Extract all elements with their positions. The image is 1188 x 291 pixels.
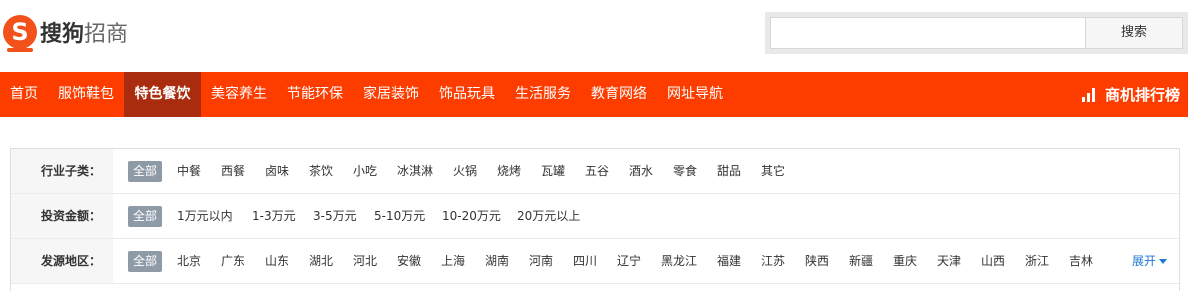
- filter-option-all[interactable]: 全部: [128, 161, 163, 182]
- filter-label: 投资金额：: [11, 194, 113, 238]
- filter-option[interactable]: 黑龙江: [661, 251, 697, 272]
- filter-option[interactable]: 茶饮: [309, 161, 333, 182]
- filter-option[interactable]: 其它: [761, 161, 785, 182]
- filter-option[interactable]: 福建: [717, 251, 741, 272]
- filter-option[interactable]: 浙江: [1025, 251, 1049, 272]
- nav-item-toys[interactable]: 饰品玩具: [429, 72, 505, 117]
- filter-option[interactable]: 吉林: [1069, 251, 1093, 272]
- filter-option[interactable]: 河北: [353, 251, 377, 272]
- filter-option[interactable]: 辽宁: [617, 251, 641, 272]
- filter-option[interactable]: 山东: [265, 251, 289, 272]
- filter-panel: 行业子类： 全部 中餐 西餐 卤味 茶饮 小吃 冰淇淋 火锅 烧烤 瓦罐 五谷 …: [10, 148, 1180, 291]
- filter-option[interactable]: 天津: [937, 251, 961, 272]
- filter-row-region: 发源地区： 全部 北京 广东 山东 湖北 河北 安徽 上海 湖南 河南 四川 辽…: [11, 239, 1179, 284]
- filter-option[interactable]: 河南: [529, 251, 553, 272]
- nav-item-services[interactable]: 生活服务: [505, 72, 581, 117]
- nav-item-catering[interactable]: 特色餐饮: [124, 72, 201, 117]
- filter-option[interactable]: 1万元以内: [177, 206, 233, 227]
- rank-link[interactable]: 商机排行榜: [1081, 72, 1180, 117]
- filter-option[interactable]: 山西: [981, 251, 1005, 272]
- search-bar: 搜索: [765, 12, 1188, 54]
- main-nav: 首页 服饰鞋包 特色餐饮 美容养生 节能环保 家居装饰 饰品玩具 生活服务 教育…: [0, 72, 1188, 117]
- filter-option[interactable]: 江苏: [761, 251, 785, 272]
- filter-option[interactable]: 北京: [177, 251, 201, 272]
- nav-item-eco[interactable]: 节能环保: [277, 72, 353, 117]
- filter-option[interactable]: 1-3万元: [252, 206, 296, 227]
- logo-text-rest: 招商: [84, 22, 129, 47]
- filter-option[interactable]: 上海: [441, 251, 465, 272]
- filter-option[interactable]: 五谷: [585, 161, 609, 182]
- filter-option[interactable]: 四川: [573, 251, 597, 272]
- filter-option[interactable]: 西餐: [221, 161, 245, 182]
- filter-option[interactable]: 烧烤: [497, 161, 521, 182]
- filter-option[interactable]: 零食: [673, 161, 697, 182]
- sogou-logo-icon: S: [3, 15, 37, 52]
- filter-row-category: 行业子类： 全部 中餐 西餐 卤味 茶饮 小吃 冰淇淋 火锅 烧烤 瓦罐 五谷 …: [11, 149, 1179, 194]
- filter-option[interactable]: 甜品: [717, 161, 741, 182]
- filter-option[interactable]: 广东: [221, 251, 245, 272]
- filter-label: 发源地区：: [11, 239, 113, 283]
- filter-option[interactable]: 卤味: [265, 161, 289, 182]
- filter-option[interactable]: 冰淇淋: [397, 161, 433, 182]
- filter-option-all[interactable]: 全部: [128, 251, 163, 272]
- filter-option[interactable]: 中餐: [177, 161, 201, 182]
- filter-option[interactable]: 湖北: [309, 251, 333, 272]
- search-button[interactable]: 搜索: [1085, 17, 1183, 49]
- filter-label: 行业子类：: [11, 149, 113, 193]
- filter-option[interactable]: 10-20万元: [442, 206, 501, 227]
- bar-chart-icon: [1081, 87, 1097, 102]
- nav-item-apparel[interactable]: 服饰鞋包: [48, 72, 124, 117]
- header: S 搜狗招商 搜索: [0, 0, 1188, 72]
- search-input[interactable]: [770, 17, 1086, 49]
- caret-down-icon: [1159, 259, 1168, 264]
- filter-option[interactable]: 湖南: [485, 251, 509, 272]
- logo-text-bold: 搜狗: [40, 22, 85, 47]
- logo-text: 搜狗招商: [40, 16, 128, 48]
- nav-item-education[interactable]: 教育网络: [581, 72, 657, 117]
- expand-button[interactable]: 展开: [1132, 251, 1168, 272]
- filter-option[interactable]: 3-5万元: [313, 206, 357, 227]
- filter-option[interactable]: 火锅: [453, 161, 477, 182]
- filter-option[interactable]: 安徽: [397, 251, 421, 272]
- rank-label: 商机排行榜: [1104, 86, 1180, 104]
- filter-option[interactable]: 酒水: [629, 161, 653, 182]
- nav-item-beauty[interactable]: 美容养生: [201, 72, 277, 117]
- filter-option-all[interactable]: 全部: [128, 206, 163, 227]
- logo[interactable]: S 搜狗招商: [0, 14, 128, 52]
- nav-item-directory[interactable]: 网址导航: [657, 72, 733, 117]
- filter-option[interactable]: 陕西: [805, 251, 829, 272]
- nav-item-home-deco[interactable]: 家居装饰: [353, 72, 429, 117]
- filter-option[interactable]: 新疆: [849, 251, 873, 272]
- filter-row-investment: 投资金额： 全部 1万元以内 1-3万元 3-5万元 5-10万元 10-20万…: [11, 194, 1179, 239]
- filter-option[interactable]: 瓦罐: [541, 161, 565, 182]
- nav-item-home[interactable]: 首页: [0, 72, 48, 117]
- filter-option[interactable]: 20万元以上: [517, 206, 580, 227]
- filter-option[interactable]: 重庆: [893, 251, 917, 272]
- filter-option[interactable]: 小吃: [353, 161, 377, 182]
- filter-option[interactable]: 5-10万元: [374, 206, 425, 227]
